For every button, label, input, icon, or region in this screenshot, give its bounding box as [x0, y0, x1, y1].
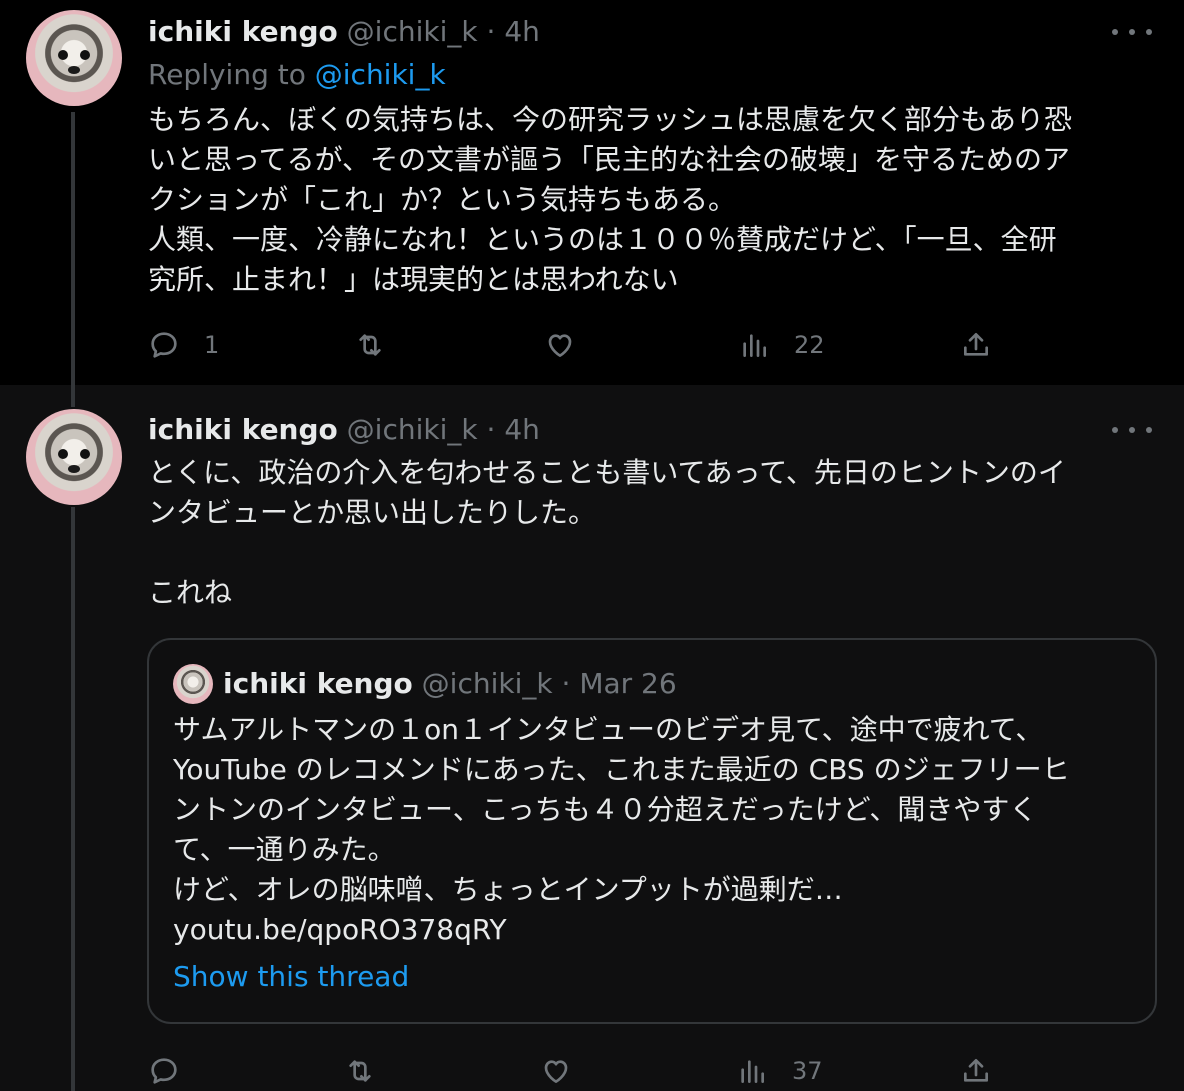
avatar-eye: [80, 449, 90, 459]
more-icon[interactable]: [1112, 20, 1152, 44]
tweet-text: とくに、政治の介入を匂わせることも書いてあって、先日のヒントンのイ ンタビューと…: [148, 456, 1066, 609]
heart-icon: [544, 1060, 568, 1083]
tweet-reply-1[interactable]: ichiki kengo @ichiki_k · 4h Replying to …: [0, 0, 1184, 385]
views-icon: [743, 334, 766, 357]
views-icon: [741, 1060, 764, 1083]
share-icon: [964, 1059, 988, 1082]
avatar[interactable]: [26, 409, 122, 505]
views-count: 22: [794, 331, 825, 359]
reply-button[interactable]: 1: [148, 325, 219, 365]
reply-icon: [151, 1058, 177, 1084]
quote-text: サムアルトマンの１on１インタビューのビデオ見て、途中で疲れて、 YouTube…: [173, 713, 1070, 946]
timestamp[interactable]: 4h: [504, 15, 540, 48]
tweet-header: ichiki kengo @ichiki_k · 4h: [148, 15, 540, 49]
replying-handle-link[interactable]: @ichiki_k: [315, 58, 446, 91]
avatar-eye: [58, 449, 68, 459]
like-button[interactable]: [544, 325, 600, 365]
thread-line: [71, 507, 75, 1091]
quote-user-handle: @ichiki_k: [421, 667, 553, 700]
avatar-nose: [68, 66, 80, 74]
retweet-icon: [359, 334, 381, 356]
avatar-nose: [68, 465, 80, 473]
avatar-eye: [80, 50, 90, 60]
tweet-actions: 37: [148, 1051, 1018, 1091]
thread-line: [71, 112, 75, 385]
separator-dot: ·: [486, 15, 496, 48]
avatar[interactable]: [26, 10, 122, 106]
views-button[interactable]: 22: [738, 325, 825, 365]
like-button[interactable]: [540, 1051, 596, 1091]
tweet-text: もちろん、ぼくの気持ちは、今の研究ラッシュは思慮を欠く部分もあり恐 いと思ってる…: [148, 103, 1073, 296]
replying-prefix: Replying to: [148, 58, 315, 91]
more-icon[interactable]: [1112, 418, 1152, 442]
thread-line-top: [71, 385, 75, 407]
share-button[interactable]: [960, 325, 992, 365]
show-thread-link[interactable]: Show this thread: [173, 960, 409, 993]
quote-date: Mar 26: [579, 667, 677, 700]
user-handle[interactable]: @ichiki_k: [347, 413, 478, 446]
views-count: 37: [792, 1057, 823, 1085]
reply-icon: [151, 332, 177, 358]
user-handle[interactable]: @ichiki_k: [347, 15, 478, 48]
views-button[interactable]: 37: [736, 1051, 823, 1091]
retweet-icon: [349, 1060, 371, 1082]
display-name[interactable]: ichiki kengo: [148, 15, 338, 48]
display-name[interactable]: ichiki kengo: [148, 413, 338, 446]
quote-header: ichiki kengo @ichiki_k · Mar 26: [223, 666, 677, 702]
tweet-header: ichiki kengo @ichiki_k · 4h: [148, 413, 540, 447]
reply-count: 1: [204, 331, 220, 359]
quote-avatar[interactable]: [173, 664, 213, 704]
quote-display-name: ichiki kengo: [223, 667, 413, 700]
avatar-eye: [58, 50, 68, 60]
share-icon: [964, 333, 988, 356]
share-button[interactable]: [960, 1051, 992, 1091]
timestamp[interactable]: 4h: [504, 413, 540, 446]
replying-to: Replying to @ichiki_k: [148, 58, 446, 91]
tweet-actions: 1 22: [148, 325, 1018, 365]
heart-icon: [548, 334, 572, 357]
retweet-button[interactable]: [354, 325, 410, 365]
quoted-tweet[interactable]: ichiki kengo @ichiki_k · Mar 26 サムアルトマンの…: [147, 638, 1157, 1024]
retweet-button[interactable]: [344, 1051, 400, 1091]
separator-dot: ·: [486, 413, 496, 446]
reply-button[interactable]: [148, 1051, 204, 1091]
tweet-reply-2[interactable]: ichiki kengo @ichiki_k · 4h とくに、政治の介入を匂わ…: [0, 385, 1184, 1091]
separator-dot: ·: [561, 667, 571, 700]
